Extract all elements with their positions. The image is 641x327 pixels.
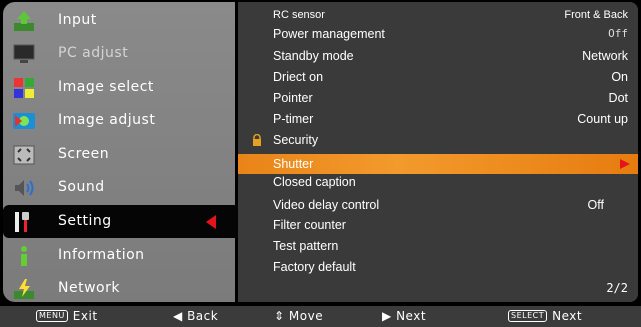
setting-label: Filter counter (273, 218, 346, 232)
exit-hint: MENU Exit (36, 306, 98, 327)
monitor-icon (13, 44, 35, 63)
settings-row-pointer[interactable]: Pointer Dot (238, 88, 638, 108)
back-label: Back (187, 309, 219, 323)
image-adjust-icon (13, 113, 35, 129)
settings-row-shutter[interactable]: Shutter (238, 154, 638, 174)
selected-arrow-icon (206, 215, 216, 229)
menu-item-setting[interactable]: Setting (3, 205, 239, 238)
page-indicator: 2/2 (606, 281, 628, 295)
menu-item-label: Image adjust (58, 112, 156, 128)
menu-item-image-select[interactable]: Image select (3, 71, 235, 104)
menu-item-input[interactable]: Input (3, 4, 235, 37)
settings-row-video-delay-control[interactable]: Video delay control Off (238, 195, 638, 215)
setting-value: Count up (577, 112, 628, 126)
menu-item-label: Information (58, 247, 145, 263)
setting-label: Standby mode (273, 49, 354, 63)
move-label: Move (288, 309, 324, 323)
select-key-icon: SELECT (508, 309, 548, 322)
settings-row-factory-default[interactable]: Factory default (238, 257, 638, 277)
menu-item-sound[interactable]: Sound (3, 171, 235, 204)
menu-item-label: Setting (58, 213, 112, 229)
setting-label: Closed caption (273, 175, 356, 189)
move-hint: ⇕ Move (274, 306, 323, 327)
menu-item-label: Sound (58, 179, 105, 195)
exit-label: Exit (72, 309, 98, 323)
menu-key-icon: MENU (36, 309, 68, 322)
menu-item-label: Network (58, 280, 120, 296)
settings-row-security[interactable]: Security (238, 130, 638, 150)
setting-value: On (611, 70, 628, 84)
next-label: Next (396, 309, 427, 323)
setting-label: Shutter (273, 157, 314, 171)
select-next-hint: SELECT Next (508, 306, 582, 327)
setting-value: Off (608, 27, 628, 40)
menu-item-label: Screen (58, 146, 110, 162)
setting-label: Pointer (273, 91, 313, 105)
setting-label: Test pattern (273, 239, 339, 253)
key-guide-bar: MENU Exit ◀ Back ⇕ Move ▶ Next SELECT Next (0, 306, 641, 327)
menu-item-information[interactable]: Information (3, 239, 235, 272)
info-icon (21, 246, 27, 266)
lock-icon (253, 134, 261, 146)
menu-item-label: Image select (58, 79, 154, 95)
setting-label: Driect on (273, 70, 324, 84)
settings-row-p-timer[interactable]: P-timer Count up (238, 109, 638, 129)
main-menu: Input PC adjust Image select Image adjus… (3, 2, 239, 305)
left-arrow-icon: ◀ (173, 309, 183, 323)
image-select-icon (14, 78, 34, 98)
submenu-arrow-icon (620, 159, 630, 169)
setting-value: Network (582, 49, 628, 63)
setting-label: Power management (273, 27, 385, 41)
screen-icon (13, 145, 35, 165)
settings-row-test-pattern[interactable]: Test pattern (238, 236, 638, 256)
menu-item-image-adjust[interactable]: Image adjust (3, 104, 235, 137)
settings-row-standby-mode[interactable]: Standby mode Network (238, 46, 638, 66)
settings-row-filter-counter[interactable]: Filter counter (238, 215, 638, 235)
setting-label: RC sensor (273, 9, 325, 21)
speaker-icon (15, 180, 34, 196)
setting-label: Video delay control (273, 198, 380, 212)
setting-value: Off (587, 198, 604, 212)
settings-row-closed-caption[interactable]: Closed caption (238, 172, 638, 192)
setting-label: Factory default (273, 260, 356, 274)
menu-item-screen[interactable]: Screen (3, 138, 235, 171)
menu-item-pc-adjust[interactable]: PC adjust (3, 37, 235, 70)
right-arrow-icon: ▶ (382, 309, 392, 323)
back-hint: ◀ Back (173, 306, 218, 327)
tools-icon (15, 212, 29, 232)
settings-row-rc-sensor[interactable]: RC sensor Front & Back (238, 5, 638, 25)
network-icon (14, 279, 34, 299)
select-next-label: Next (552, 309, 583, 323)
input-icon (14, 11, 34, 31)
projector-osd-menu: Input PC adjust Image select Image adjus… (0, 0, 641, 327)
setting-label: Security (273, 133, 319, 147)
menu-item-label: Input (58, 12, 97, 28)
settings-row-power-management[interactable]: Power management Off (238, 24, 638, 44)
setting-value: Dot (608, 91, 628, 105)
menu-item-network[interactable]: Network (3, 272, 235, 305)
setting-value: Front & Back (564, 9, 628, 21)
menu-item-label: PC adjust (58, 45, 129, 61)
up-down-arrow-icon: ⇕ (274, 309, 285, 323)
next-hint: ▶ Next (382, 306, 426, 327)
settings-row-direct-on[interactable]: Driect on On (238, 67, 638, 87)
settings-panel: RC sensor Front & Back Power management … (238, 2, 638, 302)
setting-label: P-timer (273, 112, 314, 126)
